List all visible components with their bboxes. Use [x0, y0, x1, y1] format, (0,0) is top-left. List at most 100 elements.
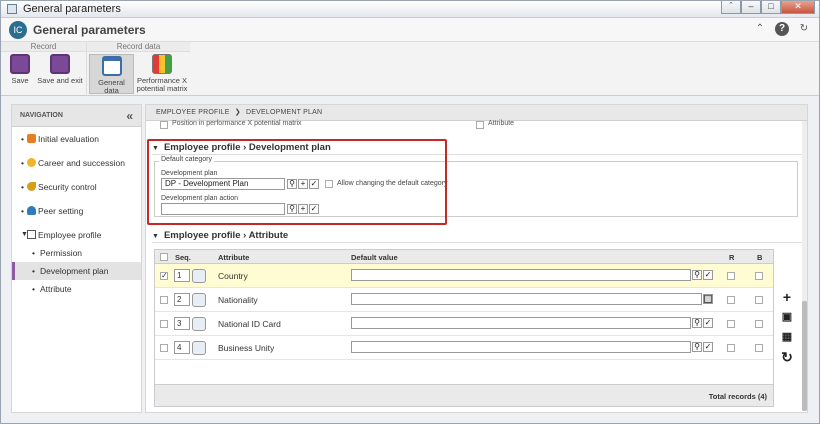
- attribute-name: National ID Card: [218, 319, 281, 329]
- table-row[interactable]: 3 National ID Card ⚲ ✓: [155, 312, 773, 336]
- total-records: Total records (4): [708, 392, 767, 401]
- truncated-row: Position in performance X potential matr…: [146, 120, 807, 131]
- navigation-title: NAVIGATION: [20, 112, 63, 119]
- grid-header: Seq. Attribute Default value R B: [155, 250, 773, 264]
- cut-checkbox-2[interactable]: [476, 121, 484, 129]
- scrollbar-thumb[interactable]: [802, 301, 807, 411]
- save-exit-icon: [50, 54, 70, 74]
- delete-record-icon[interactable]: ▦: [780, 330, 794, 344]
- attribute-section-header[interactable]: ▼ Employee profile › Attribute: [152, 229, 802, 243]
- nav-item-initial-evaluation[interactable]: • Initial evaluation: [12, 130, 141, 148]
- nav-item-attribute[interactable]: • Attribute: [12, 280, 141, 298]
- column-r: R: [729, 253, 735, 262]
- clear-icon[interactable]: ✓: [703, 342, 713, 352]
- r-checkbox[interactable]: [727, 296, 735, 304]
- add-record-icon[interactable]: +: [780, 290, 794, 304]
- attribute-name: Business Unity: [218, 343, 275, 353]
- nav-item-permission[interactable]: • Permission: [12, 244, 141, 262]
- row-checkbox[interactable]: [160, 320, 168, 328]
- default-value-field[interactable]: [351, 317, 691, 329]
- seq-value[interactable]: 2: [174, 293, 190, 306]
- default-value-field[interactable]: [351, 269, 691, 281]
- row-checkbox[interactable]: [160, 344, 168, 352]
- performance-matrix-label: Performance X potential matrix: [136, 76, 188, 93]
- profile-card-icon: [27, 230, 36, 239]
- app-logo-icon: IC: [9, 20, 27, 39]
- select-all-checkbox[interactable]: [160, 253, 168, 261]
- vertical-scrollbar[interactable]: [802, 121, 807, 411]
- evaluation-icon: [27, 134, 36, 143]
- seq-value[interactable]: 1: [174, 269, 190, 282]
- stepper-icon[interactable]: [192, 341, 206, 355]
- window-icon: [7, 4, 17, 14]
- cut-checkbox[interactable]: [160, 121, 168, 129]
- table-row[interactable]: 4 Business Unity ⚲ ✓: [155, 336, 773, 360]
- nav-item-career[interactable]: • Career and succession: [12, 154, 141, 172]
- refresh-grid-icon[interactable]: ↻: [780, 350, 794, 364]
- clear-icon[interactable]: ✓: [703, 318, 713, 328]
- b-checkbox[interactable]: [755, 320, 763, 328]
- ribbon-group-label: Record data: [87, 42, 190, 52]
- default-value-field[interactable]: [351, 293, 702, 305]
- nav-item-peer-setting[interactable]: • Peer setting: [12, 202, 141, 220]
- navigation-header: NAVIGATION «: [12, 105, 141, 127]
- performance-matrix-button[interactable]: Performance X potential matrix: [136, 54, 188, 93]
- attribute-grid: Seq. Attribute Default value R B ✓ 1 Cou…: [154, 249, 774, 407]
- save-button[interactable]: Save: [5, 54, 35, 85]
- nav-item-employee-profile[interactable]: ▼ Employee profile: [12, 226, 141, 244]
- maximize-button[interactable]: □: [761, 1, 781, 14]
- table-row[interactable]: 2 Nationality ▦: [155, 288, 773, 312]
- application-window: General parameters ˆ – □ ✕ IC General pa…: [0, 0, 820, 424]
- save-and-exit-button[interactable]: Save and exit: [37, 54, 83, 85]
- search-icon[interactable]: ⚲: [692, 270, 702, 280]
- clear-icon[interactable]: ✓: [703, 270, 713, 280]
- b-checkbox[interactable]: [755, 344, 763, 352]
- search-icon[interactable]: ⚲: [692, 342, 702, 352]
- breadcrumb: EMPLOYEE PROFILE ❯ DEVELOPMENT PLAN: [146, 105, 807, 121]
- help-window-button[interactable]: ˆ: [721, 1, 741, 14]
- row-checkbox[interactable]: ✓: [160, 272, 168, 280]
- breadcrumb-part2: DEVELOPMENT PLAN: [246, 109, 323, 116]
- highlight-box: [147, 139, 447, 225]
- default-value-field[interactable]: [351, 341, 691, 353]
- stepper-icon[interactable]: [192, 269, 206, 283]
- close-button[interactable]: ✕: [781, 1, 815, 14]
- window-title: General parameters: [23, 3, 121, 15]
- stepper-icon[interactable]: [192, 317, 206, 331]
- seq-value[interactable]: 4: [174, 341, 190, 354]
- b-checkbox[interactable]: [755, 272, 763, 280]
- collapse-nav-icon[interactable]: «: [126, 105, 133, 127]
- breadcrumb-part1: EMPLOYEE PROFILE: [156, 109, 230, 116]
- navigation-panel: NAVIGATION « • Initial evaluation • Care…: [11, 104, 142, 413]
- collapse-icon[interactable]: ⌃: [753, 22, 767, 36]
- ribbon-toolbar: Record Record data Save Save and exit Ge…: [1, 42, 819, 96]
- table-row[interactable]: ✓ 1 Country ⚲ ✓: [155, 264, 773, 288]
- header-actions: ⌃ ? ↻: [753, 22, 811, 36]
- key-icon: [27, 182, 36, 191]
- nav-item-security[interactable]: • Security control: [12, 178, 141, 196]
- app-header: IC General parameters ⌃ ? ↻: [1, 18, 819, 42]
- minimize-button[interactable]: –: [741, 1, 761, 14]
- general-data-label: General data: [98, 78, 125, 95]
- calendar-icon[interactable]: ▦: [703, 294, 713, 304]
- window-controls: ˆ – □ ✕: [721, 1, 815, 14]
- row-checkbox[interactable]: [160, 296, 168, 304]
- nav-item-development-plan[interactable]: • Development plan: [12, 262, 141, 280]
- save-record-icon[interactable]: ▣: [780, 310, 794, 324]
- r-checkbox[interactable]: [727, 320, 735, 328]
- refresh-icon[interactable]: ↻: [797, 22, 811, 36]
- general-data-button[interactable]: General data: [89, 54, 134, 95]
- grid-actions: + ▣ ▦ ↻: [780, 290, 796, 370]
- column-attribute: Attribute: [218, 253, 250, 262]
- search-icon[interactable]: ⚲: [692, 318, 702, 328]
- r-checkbox[interactable]: [727, 344, 735, 352]
- section-title: Employee profile › Attribute: [163, 230, 289, 241]
- seq-value[interactable]: 3: [174, 317, 190, 330]
- attribute-section: ▼ Employee profile › Attribute: [152, 229, 802, 243]
- help-icon[interactable]: ?: [775, 22, 789, 36]
- stepper-icon[interactable]: [192, 293, 206, 307]
- attribute-name: Nationality: [218, 295, 258, 305]
- r-checkbox[interactable]: [727, 272, 735, 280]
- b-checkbox[interactable]: [755, 296, 763, 304]
- title-bar: General parameters ˆ – □ ✕: [1, 1, 819, 18]
